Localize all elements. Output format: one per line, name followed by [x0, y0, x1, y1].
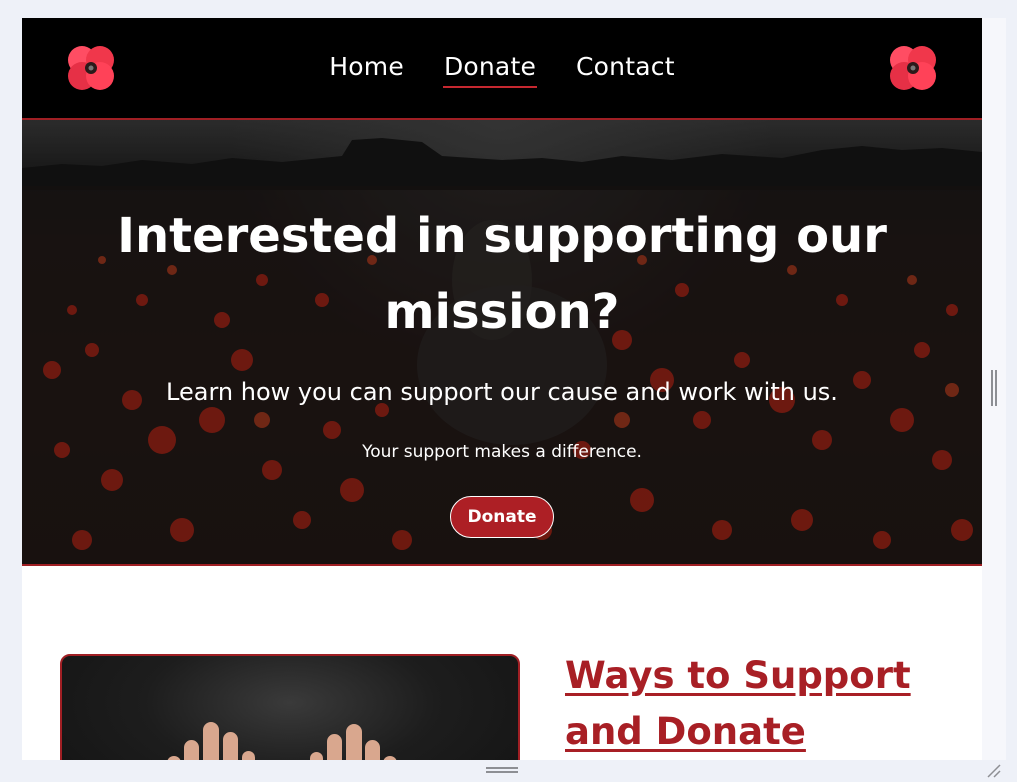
hero-subtitle: Learn how you can support our cause and …: [166, 378, 838, 406]
horizontal-resize-grip-icon[interactable]: [486, 767, 518, 775]
hero-tagline: Your support makes a difference.: [362, 442, 642, 462]
hero-title: Interested in supporting our mission?: [117, 208, 887, 340]
corner-resize-icon[interactable]: [985, 762, 1001, 778]
main-nav: Home Donate Contact: [22, 50, 982, 90]
nav-contact-link[interactable]: Contact: [575, 50, 676, 88]
support-photo: [60, 654, 520, 760]
raised-hands-image: [167, 722, 397, 760]
hero-banner: Interested in supporting our mission? Le…: [22, 120, 982, 566]
donate-button[interactable]: Donate: [450, 496, 554, 538]
nav-home-link[interactable]: Home: [328, 50, 405, 88]
page-frame: Home Donate Contact Interested in suppor…: [22, 18, 982, 760]
nav-donate-link[interactable]: Donate: [442, 50, 538, 88]
vertical-resize-grip-icon[interactable]: [990, 370, 998, 406]
navbar: Home Donate Contact: [22, 18, 982, 120]
poppy-logo-icon: [887, 42, 939, 94]
